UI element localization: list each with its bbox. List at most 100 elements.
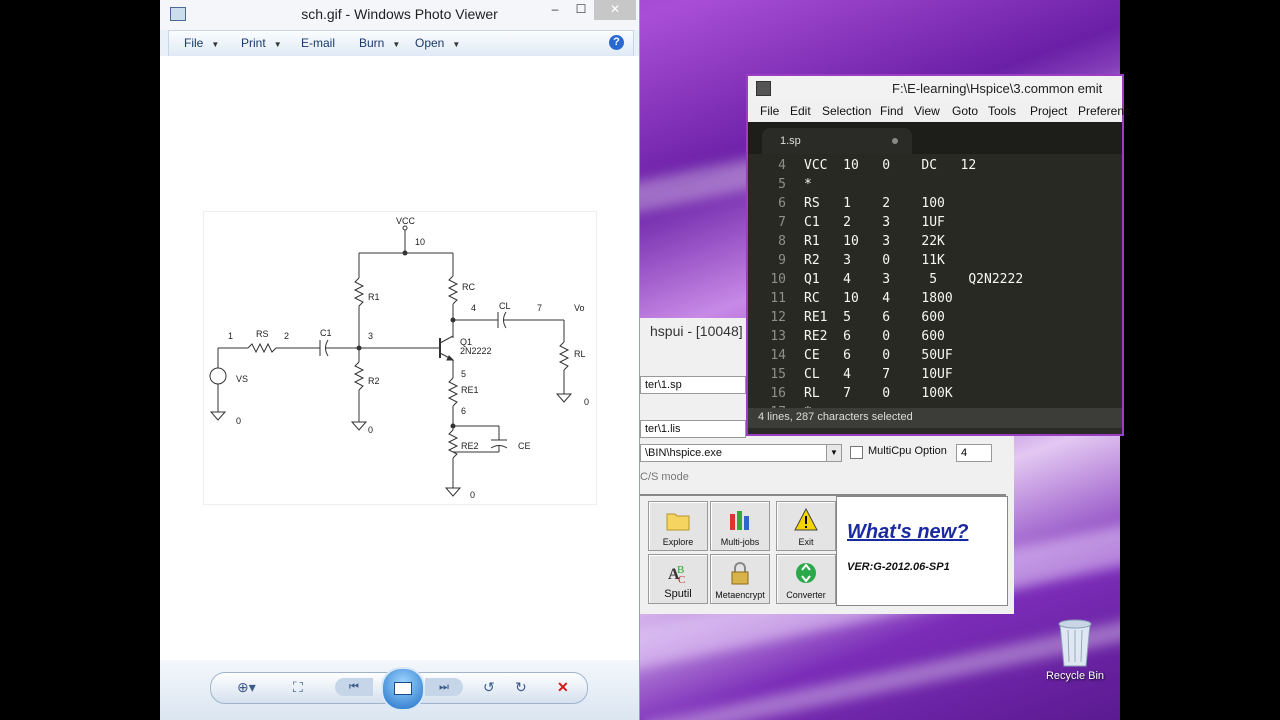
hspice-exe-value: \BIN\hspice.exe xyxy=(645,447,723,459)
code-line[interactable]: Q1 4 3 5 Q2N2222 xyxy=(804,272,1023,287)
menu-tools[interactable]: Tools xyxy=(988,104,1016,118)
menu-burn[interactable]: Burn ▼ xyxy=(359,36,400,50)
sublime-window: F:\E-learning\Hspice\3.common emit File … xyxy=(746,74,1130,436)
label-n4: 4 xyxy=(471,303,476,313)
label-q1-part: 2N2222 xyxy=(460,346,492,356)
code-line[interactable]: R2 3 0 11K xyxy=(804,253,945,268)
label-n2: 2 xyxy=(284,331,289,341)
line-number: 8 xyxy=(778,234,786,249)
code-line[interactable]: CE 6 0 50UF xyxy=(804,348,953,363)
help-icon[interactable]: ? xyxy=(609,35,624,50)
label-n7: 7 xyxy=(537,303,542,313)
hspui-titlebar: hspui - [10048] xyxy=(640,318,746,344)
line-number: 4 xyxy=(778,158,786,173)
lisfile-field[interactable]: ter\1.lis xyxy=(640,420,746,438)
photo-viewer-menubar: File ▼ Print ▼ E-mail Burn ▼ Open ▼ ? xyxy=(168,30,634,57)
whats-new-link[interactable]: What's new? xyxy=(847,521,968,544)
photo-viewer-titlebar: sch.gif - Windows Photo Viewer ‒ ☐ ✕ xyxy=(160,0,639,30)
line-number: 9 xyxy=(778,253,786,268)
label-rc: RC xyxy=(462,282,475,292)
code-line[interactable]: RE2 6 0 600 xyxy=(804,329,945,344)
label-re1: RE1 xyxy=(461,385,479,395)
label-r2: R2 xyxy=(368,376,380,386)
code-line[interactable]: VCC 10 0 DC 12 xyxy=(804,158,976,173)
code-line[interactable]: CL 4 7 10UF xyxy=(804,367,953,382)
chevron-down-icon[interactable]: ▼ xyxy=(826,445,841,461)
label-n3: 3 xyxy=(368,331,373,341)
schematic-image: VCC 10 RC 4 CL 7 Vo 1 RS 2 C1 R1 3 Q1 2N… xyxy=(204,212,596,504)
recycle-icon xyxy=(796,563,816,583)
label-cl: CL xyxy=(499,301,511,311)
delete-icon[interactable]: ✕ xyxy=(557,679,569,696)
status-bar: 4 lines, 287 characters selected xyxy=(748,408,1122,428)
lock-icon xyxy=(731,562,749,585)
multicpu-spinner[interactable]: 4 xyxy=(956,444,992,462)
multicpu-checkbox[interactable] xyxy=(850,446,863,459)
code-editor[interactable]: 4 VCC 10 0 DC 12 5 * 6 RS 1 2 100 7 C1 2 3 1UF 8… xyxy=(748,154,1122,408)
svg-text:C: C xyxy=(678,574,685,585)
close-button[interactable]: ✕ xyxy=(594,0,636,20)
line-number: 7 xyxy=(778,215,786,230)
menu-selection[interactable]: Selection xyxy=(822,104,871,118)
converter-button[interactable]: Converter xyxy=(776,554,836,604)
dirty-dot-icon[interactable] xyxy=(892,138,898,144)
rotate-left-icon[interactable]: ↺ xyxy=(483,679,495,696)
hspui-title: hspui - [10048] xyxy=(650,323,743,339)
hspice-exe-select[interactable]: \BIN\hspice.exe ▼ xyxy=(640,444,842,462)
label-n5: 5 xyxy=(461,369,466,379)
sublime-titlebar: F:\E-learning\Hspice\3.common emit xyxy=(748,76,1122,100)
line-number: 16 xyxy=(770,386,786,401)
menu-file[interactable]: File ▼ xyxy=(184,36,219,50)
letterbox-left xyxy=(0,0,160,720)
code-line[interactable]: * xyxy=(804,177,812,192)
recycle-bin[interactable]: Recycle Bin xyxy=(1040,618,1110,688)
explore-button[interactable]: Explore xyxy=(648,501,708,551)
label-vcc: VCC xyxy=(396,216,416,226)
slideshow-button[interactable] xyxy=(381,667,425,711)
menu-file[interactable]: File xyxy=(760,104,779,118)
menu-goto[interactable]: Goto xyxy=(952,104,978,118)
label-gnd-vs: 0 xyxy=(236,416,241,426)
label-vo: Vo xyxy=(574,303,585,313)
zoom-icon[interactable]: ⊕▾ xyxy=(237,679,256,696)
actual-size-icon[interactable]: ⛶ xyxy=(293,679,303,696)
mode-label: C/S mode xyxy=(640,471,689,483)
code-line[interactable]: RE1 5 6 600 xyxy=(804,310,945,325)
code-line[interactable]: R1 10 3 22K xyxy=(804,234,945,249)
label-rs: RS xyxy=(256,329,269,339)
spfile-field[interactable]: ter\1.sp xyxy=(640,376,746,394)
info-panel: What's new? VER:G-2012.06-SP1 xyxy=(836,496,1008,606)
label-n1: 1 xyxy=(228,331,233,341)
sputil-button[interactable]: ABC Sputil xyxy=(648,554,708,604)
menu-find[interactable]: Find xyxy=(880,104,903,118)
code-line[interactable]: C1 2 3 1UF xyxy=(804,215,945,230)
code-line[interactable]: RC 10 4 1800 xyxy=(804,291,953,306)
exit-button[interactable]: Exit xyxy=(776,501,836,551)
tab-1sp[interactable]: 1.sp xyxy=(762,128,912,154)
status-text: 4 lines, 287 characters selected xyxy=(758,411,913,423)
menu-view[interactable]: View xyxy=(914,104,940,118)
rotate-right-icon[interactable]: ↻ xyxy=(515,679,527,696)
code-line[interactable]: RS 1 2 100 xyxy=(804,196,945,211)
label-r1: R1 xyxy=(368,292,380,302)
next-icon[interactable]: ⏭ xyxy=(425,678,463,696)
label-n10: 10 xyxy=(415,237,425,247)
label-re2: RE2 xyxy=(461,441,479,451)
code-line[interactable]: RL 7 0 100K xyxy=(804,386,953,401)
menu-preferences[interactable]: Preferenc xyxy=(1078,104,1130,118)
multi-jobs-button[interactable]: Multi-jobs xyxy=(710,501,770,551)
line-number: 15 xyxy=(770,367,786,382)
menu-edit[interactable]: Edit xyxy=(790,104,811,118)
label-ce: CE xyxy=(518,441,531,451)
menu-email[interactable]: E-mail xyxy=(301,36,335,50)
dropdown-arrow-icon: ▼ xyxy=(273,40,282,49)
menu-print[interactable]: Print ▼ xyxy=(241,36,282,50)
warning-icon xyxy=(794,508,818,531)
minimize-button[interactable]: ‒ xyxy=(542,0,568,20)
maximize-button[interactable]: ☐ xyxy=(568,0,594,20)
menu-project[interactable]: Project xyxy=(1030,104,1067,118)
metaencrypt-button[interactable]: Metaencrypt xyxy=(710,554,770,604)
menu-open[interactable]: Open ▼ xyxy=(415,36,460,50)
previous-icon[interactable]: ⏮ xyxy=(335,678,373,696)
line-number: 12 xyxy=(770,310,786,325)
